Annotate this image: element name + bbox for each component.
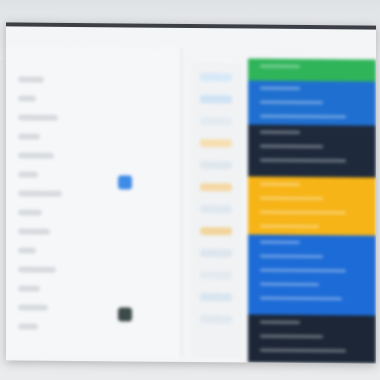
list-item[interactable] xyxy=(200,73,232,82)
left-panel-row[interactable] xyxy=(18,171,38,178)
list-item[interactable] xyxy=(200,271,232,280)
left-panel-row[interactable] xyxy=(18,95,36,102)
left-panel-row[interactable] xyxy=(18,247,36,254)
left-panel-row[interactable] xyxy=(18,133,40,140)
left-panel-row[interactable] xyxy=(18,304,48,311)
band-text-line xyxy=(260,320,300,324)
app-window xyxy=(6,22,376,364)
blue-band-lower xyxy=(248,234,376,316)
color-blocks-panel xyxy=(248,58,376,364)
band-text-line xyxy=(260,296,342,301)
band-text-line xyxy=(260,334,323,339)
dark-app-icon[interactable] xyxy=(118,307,132,322)
list-item[interactable] xyxy=(200,139,232,148)
band-text-line xyxy=(260,210,346,215)
band-text-line xyxy=(260,64,300,68)
band-text-line xyxy=(260,130,300,134)
band-text-line xyxy=(260,348,346,353)
navy-band xyxy=(248,124,376,178)
band-text-line xyxy=(260,196,323,201)
left-panel-row[interactable] xyxy=(18,209,42,216)
band-text-line xyxy=(260,224,319,229)
left-panel-row[interactable] xyxy=(18,228,50,235)
left-panel-row[interactable] xyxy=(18,114,58,121)
band-text-line xyxy=(260,158,346,163)
band-text-line xyxy=(260,254,323,259)
band-text-line xyxy=(260,182,300,186)
yellow-band xyxy=(248,176,376,236)
list-item[interactable] xyxy=(200,293,232,302)
blue-band xyxy=(248,80,376,126)
left-sidebar-panel xyxy=(6,46,182,358)
band-text-line xyxy=(260,86,300,90)
list-item[interactable] xyxy=(200,249,232,258)
left-panel-row[interactable] xyxy=(18,266,56,273)
left-panel-row[interactable] xyxy=(18,76,44,83)
green-band xyxy=(248,58,376,82)
left-panel-row[interactable] xyxy=(18,323,38,330)
left-panel-row[interactable] xyxy=(18,152,54,159)
band-text-line xyxy=(260,100,323,105)
list-item[interactable] xyxy=(200,205,232,214)
list-item[interactable] xyxy=(200,161,232,170)
middle-list-panel xyxy=(192,63,242,359)
left-panel-row[interactable] xyxy=(18,285,40,292)
list-item[interactable] xyxy=(200,183,232,192)
band-text-line xyxy=(260,282,319,287)
left-panel-row[interactable] xyxy=(18,190,62,197)
list-item[interactable] xyxy=(200,227,232,236)
band-text-line xyxy=(260,114,346,119)
list-item[interactable] xyxy=(200,117,232,126)
list-item[interactable] xyxy=(200,95,232,104)
band-text-line xyxy=(260,268,346,273)
navy-band-lower xyxy=(248,314,376,364)
blue-app-icon[interactable] xyxy=(118,175,132,190)
list-item[interactable] xyxy=(200,315,232,324)
band-text-line xyxy=(260,144,323,149)
band-text-line xyxy=(260,240,300,244)
